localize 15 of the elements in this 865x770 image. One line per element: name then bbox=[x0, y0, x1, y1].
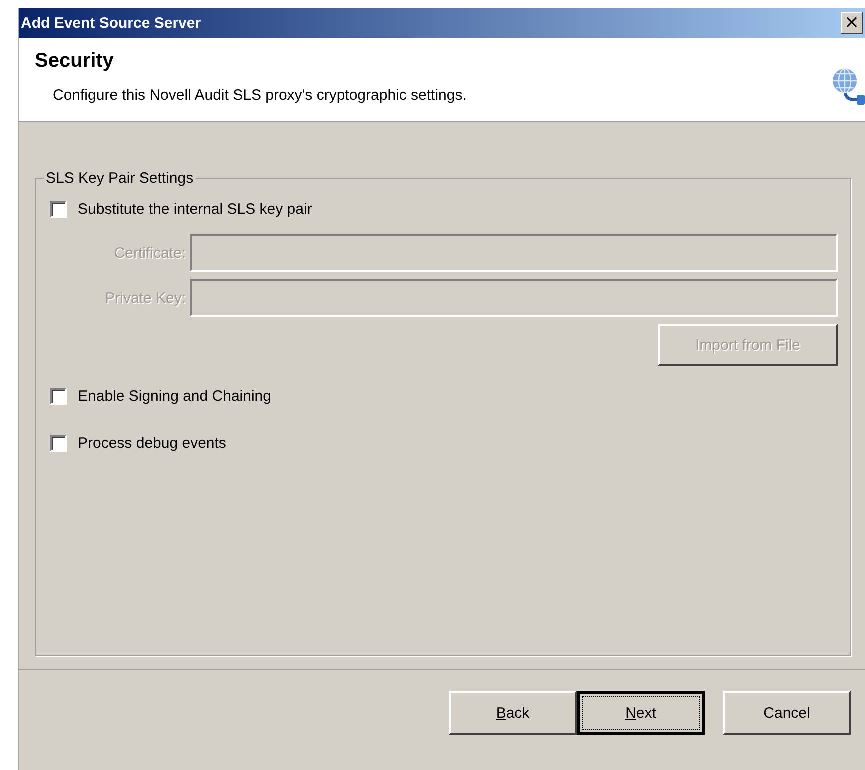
wizard-button[interactable]: Back bbox=[449, 691, 577, 735]
checkbox-label: Enable Signing and Chaining bbox=[78, 388, 272, 405]
checkbox[interactable] bbox=[50, 388, 67, 405]
checkbox[interactable] bbox=[50, 201, 67, 218]
wizard-button[interactable]: Next bbox=[577, 691, 705, 735]
group-title: SLS Key Pair Settings bbox=[45, 170, 195, 187]
checkbox[interactable] bbox=[50, 435, 67, 452]
page-title: Security bbox=[35, 50, 115, 73]
window-title: Add Event Source Server bbox=[21, 14, 202, 32]
close-button[interactable]: × bbox=[841, 12, 863, 34]
page-description: Configure this Novell Audit SLS proxy's cryptographic settings. bbox=[53, 87, 467, 104]
checkbox-label: Substitute the internal SLS key pair bbox=[78, 201, 312, 218]
globe-plug-icon bbox=[831, 68, 865, 108]
checkbox-label: Process debug events bbox=[78, 435, 226, 452]
wizard-button[interactable]: Cancel bbox=[723, 691, 851, 735]
